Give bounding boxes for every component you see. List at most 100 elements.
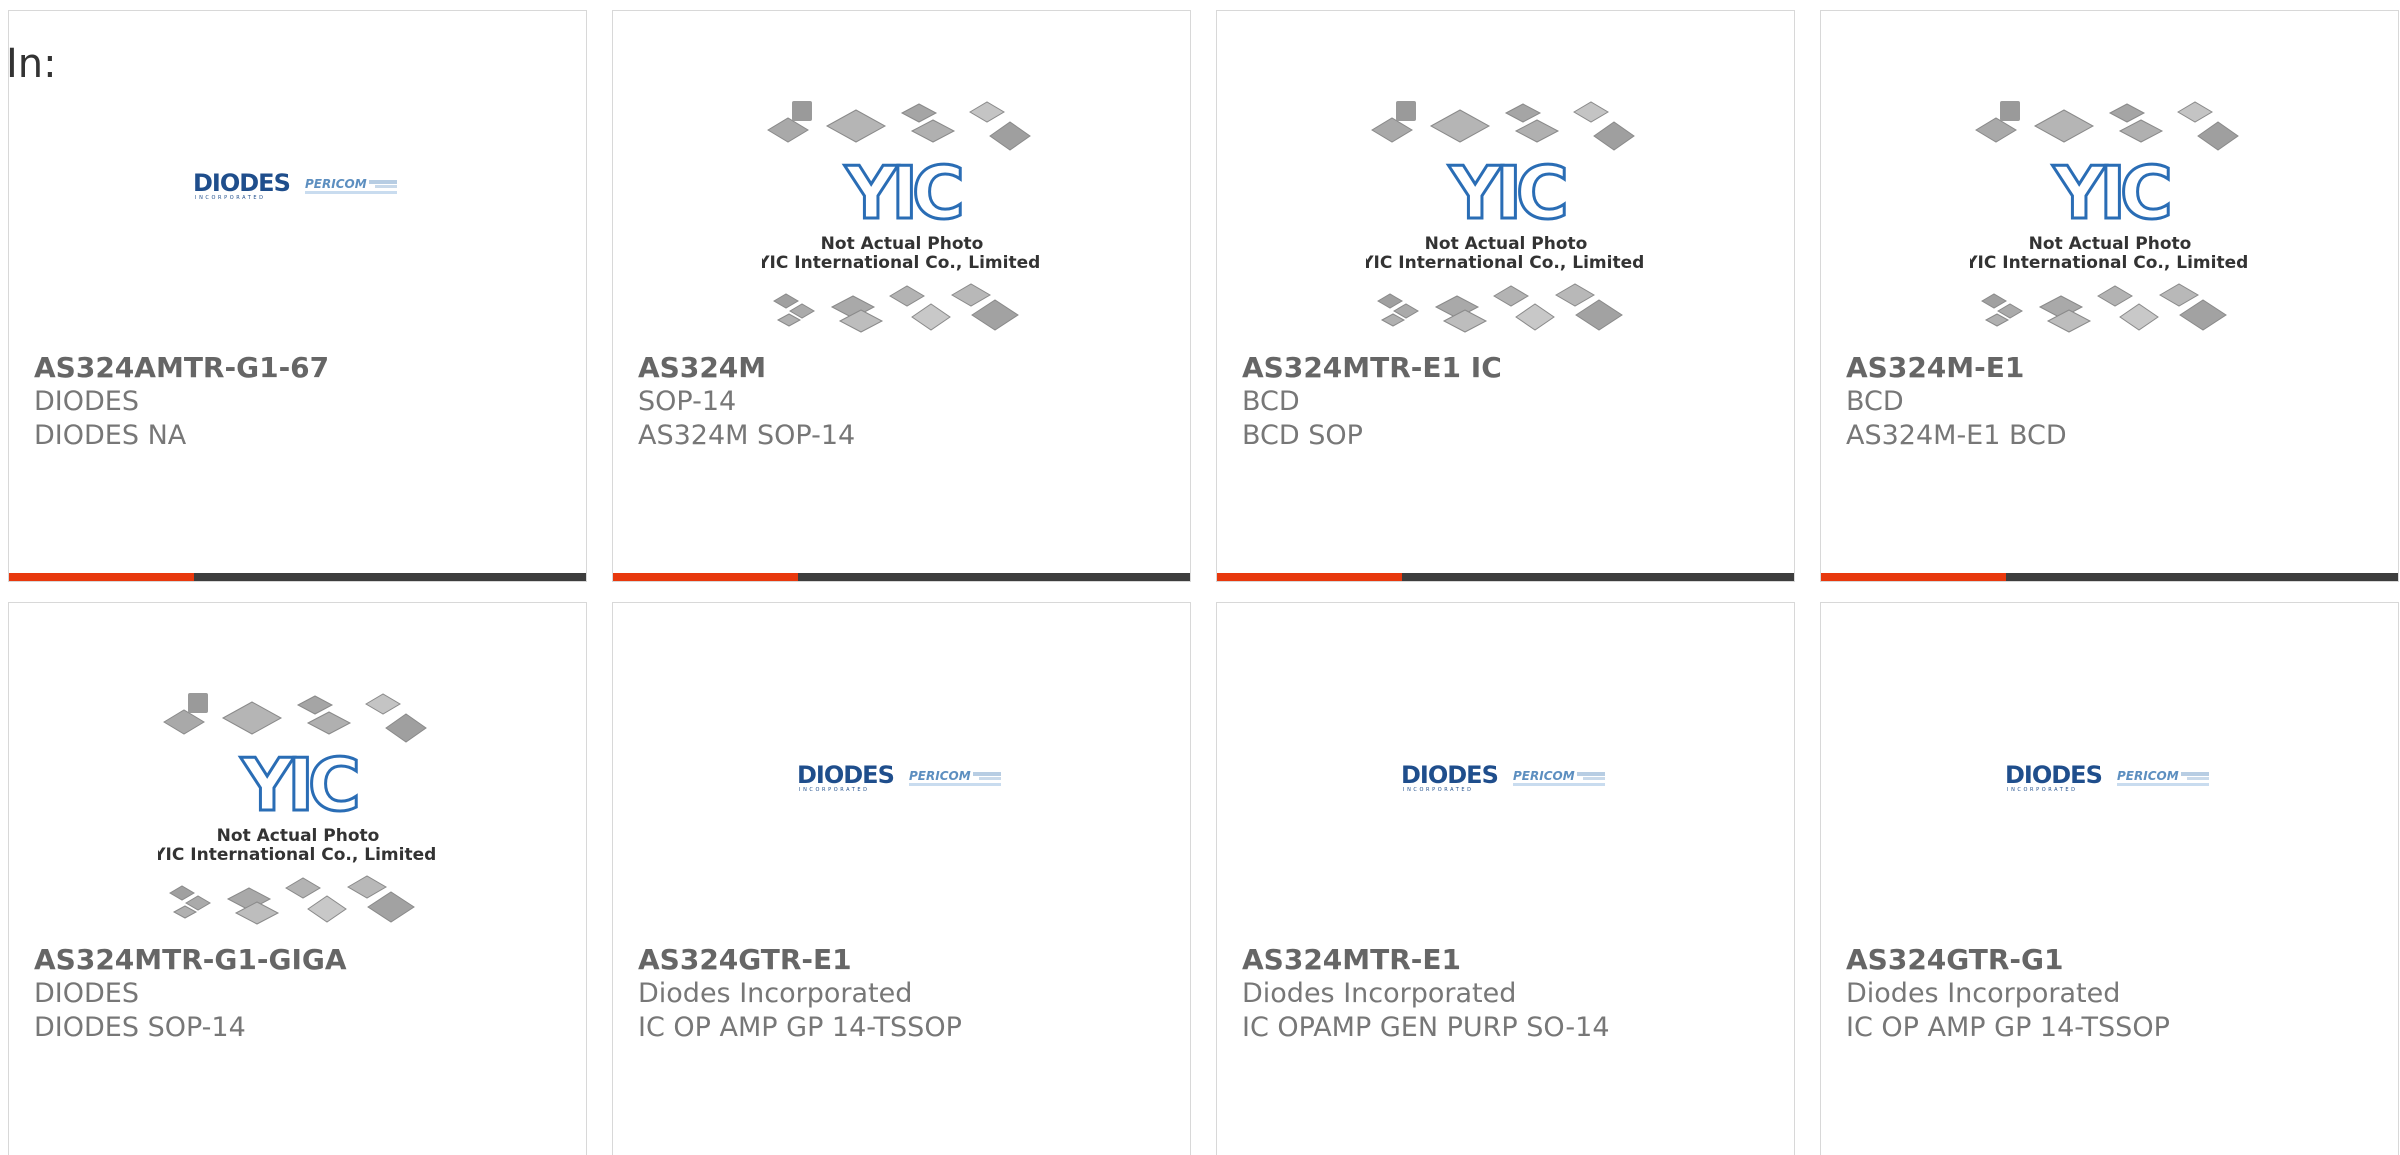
svg-text:YIC: YIC xyxy=(844,151,961,235)
chip-icons-bottom xyxy=(1376,283,1623,333)
chip-icons-bottom xyxy=(772,283,1019,333)
chip-icons-top xyxy=(766,101,1031,151)
product-image: DIODES INCORPORATED PERICOM xyxy=(1217,673,1794,953)
card-hover-accent xyxy=(9,573,194,581)
description: IC OP AMP GP 14-TSSOP xyxy=(638,1012,962,1043)
svg-text:INCORPORATED: INCORPORATED xyxy=(2007,787,2078,793)
not-actual-photo-text: Not Actual Photo xyxy=(1424,234,1587,254)
yic-company-text: YIC International Co., Limited. xyxy=(158,845,438,865)
description: AS324M SOP-14 xyxy=(638,420,856,451)
not-actual-photo-text: Not Actual Photo xyxy=(820,234,983,254)
svg-text:DIODES: DIODES xyxy=(1401,763,1498,789)
part-number[interactable]: AS324GTR-G1 xyxy=(1846,943,2378,977)
product-info: AS324M-E1 BCD AS324M-E1 BCD xyxy=(1846,351,2378,453)
chip-icons-top xyxy=(1974,101,2239,151)
description: DIODES SOP-14 xyxy=(34,1012,246,1043)
chip-icons-top xyxy=(1370,101,1635,151)
manufacturer: BCD xyxy=(1846,386,1904,417)
svg-text:DIODES: DIODES xyxy=(193,171,290,197)
card-hover-accent xyxy=(1217,573,1402,581)
not-actual-photo-text: Not Actual Photo xyxy=(2028,234,2191,254)
description: DIODES NA xyxy=(34,420,187,451)
yic-placeholder-image: YICNot Actual PhotoYIC International Co.… xyxy=(762,101,1042,333)
diodes-logo-image: DIODESINCORPORATED PERICOM xyxy=(193,171,397,201)
product-grid: DIODES INCORPORATED PERICOM AS324AMTR-G1-6… xyxy=(8,10,2400,1155)
svg-text:INCORPORATED: INCORPORATED xyxy=(195,195,266,201)
chip-icons-top xyxy=(162,693,427,743)
product-card[interactable]: YIC Not Actual Photo YIC International Co.… xyxy=(612,10,1191,582)
svg-text:YIC: YIC xyxy=(1448,151,1565,235)
svg-text:INCORPORATED: INCORPORATED xyxy=(1403,787,1474,793)
not-actual-photo-text: Not Actual Photo xyxy=(216,826,379,846)
yic-company-text: YIC International Co., Limited. xyxy=(1366,253,1646,273)
description: IC OP AMP GP 14-TSSOP xyxy=(1846,1012,2170,1043)
part-number[interactable]: AS324GTR-E1 xyxy=(638,943,1170,977)
part-number[interactable]: AS324AMTR-G1-67 xyxy=(34,351,566,385)
card-hover-bar xyxy=(1821,573,2398,581)
product-image: DIODES INCORPORATED PERICOM xyxy=(9,81,586,361)
part-number[interactable]: AS324M xyxy=(638,351,1170,385)
diodes-logo-image: DIODESINCORPORATED PERICOM xyxy=(1401,763,1605,793)
product-card[interactable]: DIODES INCORPORATED PERICOM AS324AMTR-G1-6… xyxy=(8,10,587,582)
diodes-logo-image: DIODESINCORPORATED PERICOM xyxy=(797,763,1001,793)
part-number[interactable]: AS324MTR-G1-GIGA xyxy=(34,943,566,977)
description: AS324M-E1 BCD xyxy=(1846,420,2067,451)
yic-placeholder-image: YICNot Actual PhotoYIC International Co.… xyxy=(1366,101,1646,333)
product-info: AS324M SOP-14 AS324M SOP-14 xyxy=(638,351,1170,453)
yic-placeholder-image: YICNot Actual PhotoYIC International Co.… xyxy=(1970,101,2250,333)
svg-text:DIODES: DIODES xyxy=(797,763,894,789)
part-number[interactable]: AS324MTR-E1 xyxy=(1242,943,1774,977)
chip-icons-bottom xyxy=(1980,283,2227,333)
yic-logo: YIC xyxy=(238,742,364,829)
product-image: DIODES INCORPORATED PERICOM xyxy=(1821,673,2398,953)
manufacturer: DIODES xyxy=(34,978,139,1009)
product-info: AS324MTR-G1-GIGA DIODES DIODES SOP-14 xyxy=(34,943,566,1045)
svg-text:DIODES: DIODES xyxy=(2005,763,2102,789)
chip-icons-bottom xyxy=(168,875,415,925)
product-info: AS324AMTR-G1-67 DIODES DIODES NA xyxy=(34,351,566,453)
svg-text:YIC: YIC xyxy=(240,743,357,827)
product-info: AS324MTR-E1 Diodes Incorporated IC OPAMP… xyxy=(1242,943,1774,1045)
svg-text:YIC: YIC xyxy=(2052,151,2169,235)
svg-text:PERICOM: PERICOM xyxy=(1513,769,1575,783)
manufacturer: BCD xyxy=(1242,386,1300,417)
product-info: AS324GTR-G1 Diodes Incorporated IC OP AM… xyxy=(1846,943,2378,1045)
diodes-logo-image: DIODESINCORPORATED PERICOM xyxy=(2005,763,2209,793)
manufacturer: SOP-14 xyxy=(638,386,737,417)
description: BCD SOP xyxy=(1242,420,1363,451)
yic-placeholder-image: YICNot Actual PhotoYIC International Co.… xyxy=(158,693,438,925)
svg-text:PERICOM: PERICOM xyxy=(305,177,367,191)
product-image: YIC Not Actual Photo YIC International Co.… xyxy=(1217,81,1794,361)
manufacturer: Diodes Incorporated xyxy=(1242,978,1517,1009)
yic-logo: YIC xyxy=(2050,150,2176,237)
product-card[interactable]: DIODES INCORPORATED PERICOM AS324GTR-E1 Di… xyxy=(612,602,1191,1155)
product-image: YIC Not Actual Photo YIC International Co.… xyxy=(613,81,1190,361)
product-card[interactable]: DIODES INCORPORATED PERICOM AS324GTR-G1 Di… xyxy=(1820,602,2399,1155)
yic-logo: YIC xyxy=(842,150,968,237)
filter-label: In: xyxy=(6,41,57,87)
card-hover-accent xyxy=(613,573,798,581)
product-image: YIC Not Actual Photo YIC International Co.… xyxy=(9,673,586,953)
manufacturer: Diodes Incorporated xyxy=(1846,978,2121,1009)
svg-text:PERICOM: PERICOM xyxy=(909,769,971,783)
card-hover-accent xyxy=(1821,573,2006,581)
product-card[interactable]: YIC Not Actual Photo YIC International Co.… xyxy=(1216,10,1795,582)
card-hover-bar xyxy=(9,573,586,581)
product-card[interactable]: YIC Not Actual Photo YIC International Co.… xyxy=(8,602,587,1155)
product-info: AS324MTR-E1 IC BCD BCD SOP xyxy=(1242,351,1774,453)
part-number[interactable]: AS324MTR-E1 IC xyxy=(1242,351,1774,385)
yic-logo: YIC xyxy=(1446,150,1572,237)
product-card[interactable]: YIC Not Actual Photo YIC International Co.… xyxy=(1820,10,2399,582)
product-image: DIODES INCORPORATED PERICOM xyxy=(613,673,1190,953)
product-card[interactable]: DIODES INCORPORATED PERICOM AS324MTR-E1 Di… xyxy=(1216,602,1795,1155)
manufacturer: Diodes Incorporated xyxy=(638,978,913,1009)
product-info: AS324GTR-E1 Diodes Incorporated IC OP AM… xyxy=(638,943,1170,1045)
yic-company-text: YIC International Co., Limited. xyxy=(1970,253,2250,273)
part-number[interactable]: AS324M-E1 xyxy=(1846,351,2378,385)
svg-text:PERICOM: PERICOM xyxy=(2117,769,2179,783)
svg-text:INCORPORATED: INCORPORATED xyxy=(799,787,870,793)
product-image: YIC Not Actual Photo YIC International Co.… xyxy=(1821,81,2398,361)
description: IC OPAMP GEN PURP SO-14 xyxy=(1242,1012,1610,1043)
card-hover-bar xyxy=(613,573,1190,581)
product-grid-page: In: DIODES INCORPORATED PERICOM AS324AMTR-… xyxy=(0,0,2400,1155)
